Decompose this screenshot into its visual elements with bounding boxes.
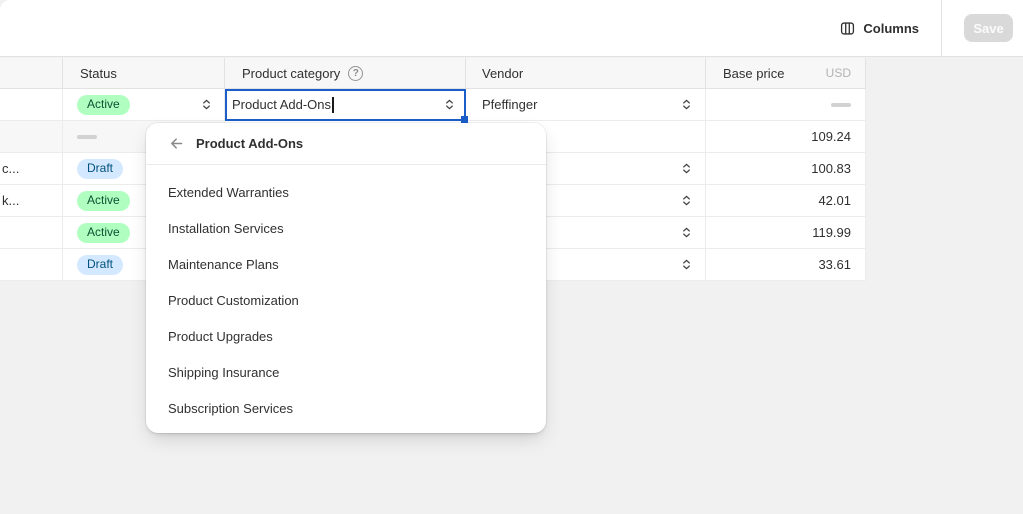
base-price-value: 109.24 [811, 129, 851, 144]
category-popover: Product Add-Ons Extended Warranties Insta… [146, 123, 546, 433]
product-name-cell [0, 217, 63, 248]
caret-updown-icon [680, 226, 693, 239]
product-category-cell[interactable]: Product Add-Ons [225, 89, 466, 120]
category-options-list: Extended Warranties Installation Services… [146, 165, 546, 433]
base-price-value: 42.01 [818, 193, 851, 208]
caret-updown-icon [680, 194, 693, 207]
header-status-label: Status [80, 65, 117, 81]
category-option[interactable]: Shipping Insurance [146, 355, 546, 391]
vendor-cell[interactable]: Pfeffinger [466, 89, 706, 120]
save-button[interactable]: Save [964, 14, 1013, 42]
status-cell[interactable]: Active [63, 89, 225, 120]
topbar-actions: Columns Save [830, 0, 1023, 56]
topbar-divider [941, 0, 942, 56]
base-price-cell[interactable]: 42.01 [706, 185, 866, 216]
help-icon[interactable]: ? [348, 65, 364, 81]
header-base-price: Base price USD [706, 58, 866, 88]
product-category-value: Product Add-Ons [232, 97, 331, 112]
category-option[interactable]: Installation Services [146, 211, 546, 247]
status-badge: Draft [77, 158, 124, 179]
header-status: Status [63, 58, 225, 88]
category-option[interactable]: Product Upgrades [146, 319, 546, 355]
category-option[interactable]: Maintenance Plans [146, 247, 546, 283]
text-cursor [332, 96, 334, 113]
caret-updown-icon [680, 162, 693, 175]
header-vendor: Vendor [466, 58, 706, 88]
columns-button-label: Columns [863, 20, 919, 36]
product-name-cell: c... [0, 153, 63, 184]
base-price-cell[interactable]: 119.99 [706, 217, 866, 248]
product-name-cell [0, 89, 63, 120]
caret-updown-icon [200, 98, 213, 111]
base-price-cell[interactable] [706, 89, 866, 120]
category-option[interactable]: Product Customization [146, 283, 546, 319]
status-badge: Active [77, 222, 130, 243]
product-name-cell [0, 249, 63, 280]
columns-icon [840, 21, 855, 36]
header-product-category-label: Product category [242, 65, 341, 81]
base-price-cell[interactable]: 33.61 [706, 249, 866, 280]
popover-title: Product Add-Ons [196, 136, 304, 151]
status-badge: Active [77, 190, 130, 211]
empty-value-dash [831, 102, 851, 107]
product-name-cell [0, 121, 63, 152]
currency-label: USD [825, 66, 851, 80]
category-option[interactable]: Extended Warranties [146, 175, 546, 211]
fill-handle[interactable] [461, 116, 468, 123]
caret-updown-icon [443, 98, 456, 111]
table-row: Active Product Add-Ons Pfeffinger [0, 89, 866, 121]
header-base-price-label: Base price [723, 65, 785, 81]
popover-header: Product Add-Ons [146, 123, 546, 165]
table-header-row: Status Product category ? Vendor Base pr… [0, 58, 866, 89]
base-price-value: 119.99 [812, 225, 851, 240]
status-badge: Active [77, 94, 130, 115]
empty-value-dash [77, 134, 97, 139]
arrow-left-icon [168, 135, 185, 152]
product-name-cell: k... [0, 185, 63, 216]
base-price-value: 33.61 [818, 257, 851, 272]
status-badge: Draft [77, 254, 124, 275]
header-vendor-label: Vendor [482, 65, 524, 81]
back-button[interactable] [168, 135, 185, 152]
base-price-cell[interactable]: 100.83 [706, 153, 866, 184]
topbar: Columns Save [0, 0, 1023, 57]
base-price-value: 100.83 [811, 161, 851, 176]
bulk-editor-screen: Columns Save Status Product category ? V… [0, 0, 1023, 514]
header-product-category: Product category ? [225, 58, 466, 88]
base-price-cell[interactable]: 109.24 [706, 121, 866, 152]
columns-button[interactable]: Columns [830, 13, 929, 44]
category-option[interactable]: Subscription Services [146, 391, 546, 427]
vendor-value: Pfeffinger [482, 97, 538, 112]
caret-updown-icon [680, 98, 693, 111]
header-product-name [0, 58, 63, 88]
caret-updown-icon [680, 258, 693, 271]
